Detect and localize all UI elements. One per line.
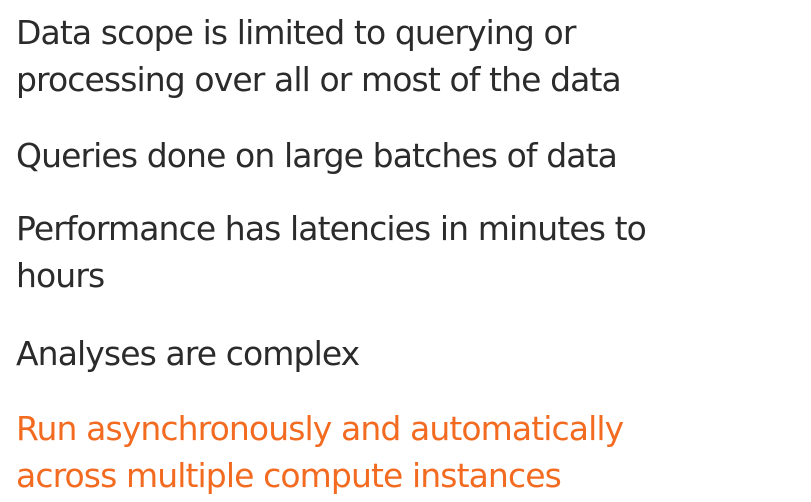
bullet-line: processing over all or most of the data (16, 60, 622, 99)
bullet-analyses: Analyses are complex (16, 330, 360, 377)
bullet-queries: Queries done on large batches of data (16, 132, 618, 179)
bullet-line: Performance has latencies in minutes to (16, 209, 647, 248)
bullet-run-asynchronously: Run asynchronously and automatically acr… (16, 405, 624, 499)
bullet-line: Data scope is limited to querying or (16, 13, 576, 52)
bullet-line: Analyses are complex (16, 334, 360, 373)
bullet-line: Queries done on large batches of data (16, 136, 618, 175)
bullet-line: Run asynchronously and automatically (16, 409, 624, 448)
bullet-line: hours (16, 256, 105, 295)
bullet-data-scope: Data scope is limited to querying or pro… (16, 9, 622, 103)
slide: Data scope is limited to querying or pro… (0, 0, 811, 502)
bullet-performance: Performance has latencies in minutes to … (16, 205, 647, 299)
bullet-line: across multiple compute instances (16, 456, 562, 495)
